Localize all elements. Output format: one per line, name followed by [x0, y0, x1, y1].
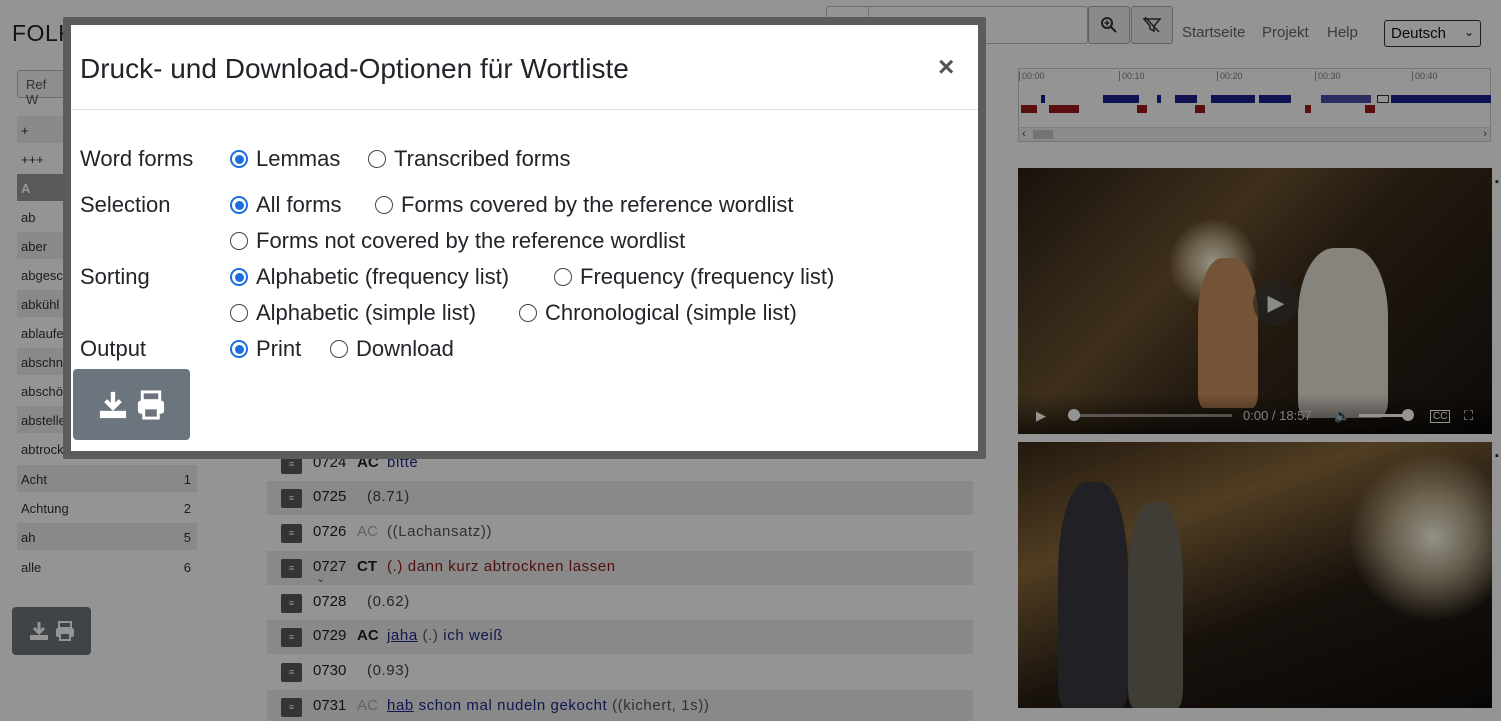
radio-dot[interactable]	[230, 232, 248, 250]
radio-dot[interactable]	[230, 150, 248, 168]
radio-label: Alphabetic (frequency list)	[256, 264, 510, 289]
radio-forms-not-covered[interactable]: Forms not covered by the reference wordl…	[230, 228, 685, 254]
radio-frequency-frequency[interactable]: Frequency (frequency list)	[554, 264, 834, 290]
radio-dot[interactable]	[230, 304, 248, 322]
dialog-content: Druck- und Download-Optionen für Wortlis…	[71, 25, 978, 451]
radio-dot[interactable]	[554, 268, 572, 286]
radio-label: Transcribed forms	[394, 146, 571, 171]
dialog-title: Druck- und Download-Optionen für Wortlis…	[80, 53, 629, 84]
radio-alphabetic-frequency[interactable]: Alphabetic (frequency list)	[230, 264, 509, 290]
download-icon	[99, 391, 126, 418]
radio-label: Frequency (frequency list)	[580, 264, 835, 289]
radio-dot[interactable]	[330, 340, 348, 358]
selection-label: Selection	[80, 192, 171, 217]
close-button[interactable]: ×	[938, 51, 954, 83]
print-icon	[137, 389, 164, 420]
radio-download[interactable]: Download	[330, 336, 454, 362]
radio-dot[interactable]	[230, 196, 248, 214]
radio-dot[interactable]	[375, 196, 393, 214]
sorting-label: Sorting	[80, 264, 150, 289]
radio-label: Forms covered by the reference wordlist	[401, 192, 794, 217]
radio-dot[interactable]	[230, 340, 248, 358]
radio-label: Forms not covered by the reference wordl…	[256, 228, 686, 253]
radio-alphabetic-simple[interactable]: Alphabetic (simple list)	[230, 300, 476, 326]
radio-label: All forms	[256, 192, 342, 217]
radio-all-forms[interactable]: All forms	[230, 192, 342, 218]
radio-label: Lemmas	[256, 146, 341, 171]
word-forms-label: Word forms	[80, 146, 194, 171]
radio-label: Download	[356, 336, 454, 361]
radio-lemmas[interactable]: Lemmas	[230, 146, 340, 172]
radio-print[interactable]: Print	[230, 336, 301, 362]
print-download-dialog: Druck- und Download-Optionen für Wortlis…	[63, 17, 986, 459]
radio-dot[interactable]	[519, 304, 537, 322]
radio-forms-covered[interactable]: Forms covered by the reference wordlist	[375, 192, 794, 218]
radio-dot[interactable]	[368, 150, 386, 168]
radio-label: Alphabetic (simple list)	[256, 300, 477, 325]
radio-label: Chronological (simple list)	[545, 300, 797, 325]
radio-transcribed-forms[interactable]: Transcribed forms	[368, 146, 570, 172]
radio-label: Print	[256, 336, 302, 361]
output-label: Output	[80, 336, 147, 361]
radio-chronological-simple[interactable]: Chronological (simple list)	[519, 300, 797, 326]
download-print-button[interactable]	[73, 369, 190, 440]
dialog-divider	[71, 109, 978, 110]
radio-dot[interactable]	[230, 268, 248, 286]
